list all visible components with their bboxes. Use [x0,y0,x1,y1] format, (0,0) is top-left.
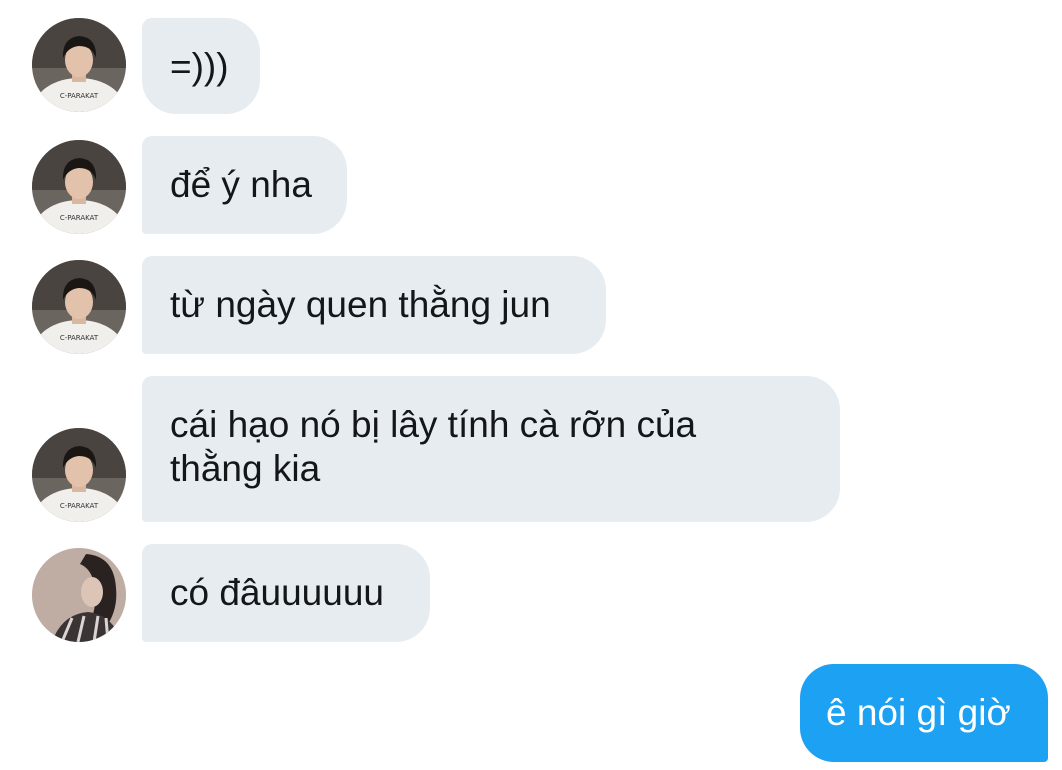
message-text: =))) [170,46,229,87]
avatar[interactable]: C-PARAKAT [32,428,126,522]
message-row: C-PARAKAT cái hạo nó bị lây tính cà rỡn … [0,376,1062,522]
outgoing-message-bubble[interactable]: ê nói gì giờ [800,664,1048,762]
avatar-photo-icon: C-PARAKAT [32,260,126,354]
incoming-message-bubble[interactable]: =))) [142,18,260,114]
svg-text:C-PARAKAT: C-PARAKAT [60,334,99,342]
message-row: C-PARAKAT từ ngày quen thằng jun [0,256,1062,354]
avatar-photo-icon: C-PARAKAT [32,428,126,522]
svg-text:C-PARAKAT: C-PARAKAT [60,502,99,510]
svg-text:C-PARAKAT: C-PARAKAT [60,92,99,100]
avatar-photo-icon [32,548,126,642]
message-row: C-PARAKAT để ý nha [0,136,1062,234]
message-text: từ ngày quen thằng jun [170,284,551,325]
message-text: có đâuuuuuu [170,572,384,613]
incoming-message-bubble[interactable]: để ý nha [142,136,347,234]
message-text: cái hạo nó bị lây tính cà rỡn của thằng … [170,404,697,489]
message-text: ê nói gì giờ [826,692,1011,733]
svg-text:C-PARAKAT: C-PARAKAT [60,214,99,222]
avatar[interactable]: C-PARAKAT [32,260,126,354]
avatar[interactable]: C-PARAKAT [32,18,126,112]
incoming-message-bubble[interactable]: cái hạo nó bị lây tính cà rỡn của thằng … [142,376,840,522]
incoming-message-bubble[interactable]: từ ngày quen thằng jun [142,256,606,354]
message-row: ê nói gì giờ [0,664,1062,762]
message-row: C-PARAKAT =))) [0,18,1062,114]
message-text: để ý nha [170,164,312,205]
message-row: có đâuuuuuu [0,544,1062,642]
avatar-photo-icon: C-PARAKAT [32,140,126,234]
avatar-photo-icon: C-PARAKAT [32,18,126,112]
avatar[interactable] [32,548,126,642]
incoming-message-bubble[interactable]: có đâuuuuuu [142,544,430,642]
avatar[interactable]: C-PARAKAT [32,140,126,234]
